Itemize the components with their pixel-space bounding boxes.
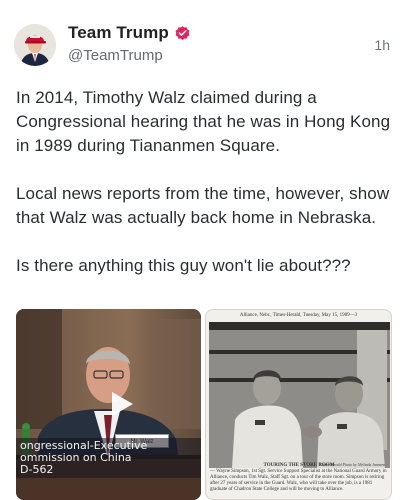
post-paragraph: Local news reports from the time, howeve… <box>16 184 390 227</box>
post-timestamp[interactable]: 1h <box>374 37 390 53</box>
verified-badge-icon <box>174 25 191 42</box>
clipping-header: Alliance, Nebr., Times-Herald, Tuesday, … <box>239 313 358 318</box>
post-paragraph: Is there anything this guy won't lie abo… <box>16 256 351 275</box>
clipping-photo <box>209 322 390 468</box>
clipping-caption: TOURING THE STORE ROOM — Wayne Simpson, … <box>210 463 388 493</box>
chyron-line: D-562 <box>20 463 54 476</box>
author-name-row: Team Trump <box>68 23 191 43</box>
profile-photo-icon <box>14 24 56 66</box>
caption-body: — Wayne Simpson, 1st Sgt. Service Suppor… <box>210 469 387 492</box>
newspaper-clipping-image[interactable]: Alliance, Nebr., Times-Herald, Tuesday, … <box>205 309 392 500</box>
post-paragraph: In 2014, Timothy Walz claimed during a C… <box>16 88 391 155</box>
post-card[interactable]: Team Trump @TeamTrump 1h In 2014, Timoth… <box>0 0 407 500</box>
video-chyron: ongressional-Executive ommission on Chin… <box>16 438 201 478</box>
post-body: In 2014, Timothy Walz claimed during a C… <box>16 86 394 278</box>
video-thumbnail[interactable]: Mr. Walz ongressional-Executive ommissio… <box>16 309 201 500</box>
author-display-name[interactable]: Team Trump <box>68 23 169 43</box>
play-icon[interactable] <box>106 389 136 419</box>
author-handle[interactable]: @TeamTrump <box>68 47 163 64</box>
author-avatar[interactable] <box>14 24 56 66</box>
